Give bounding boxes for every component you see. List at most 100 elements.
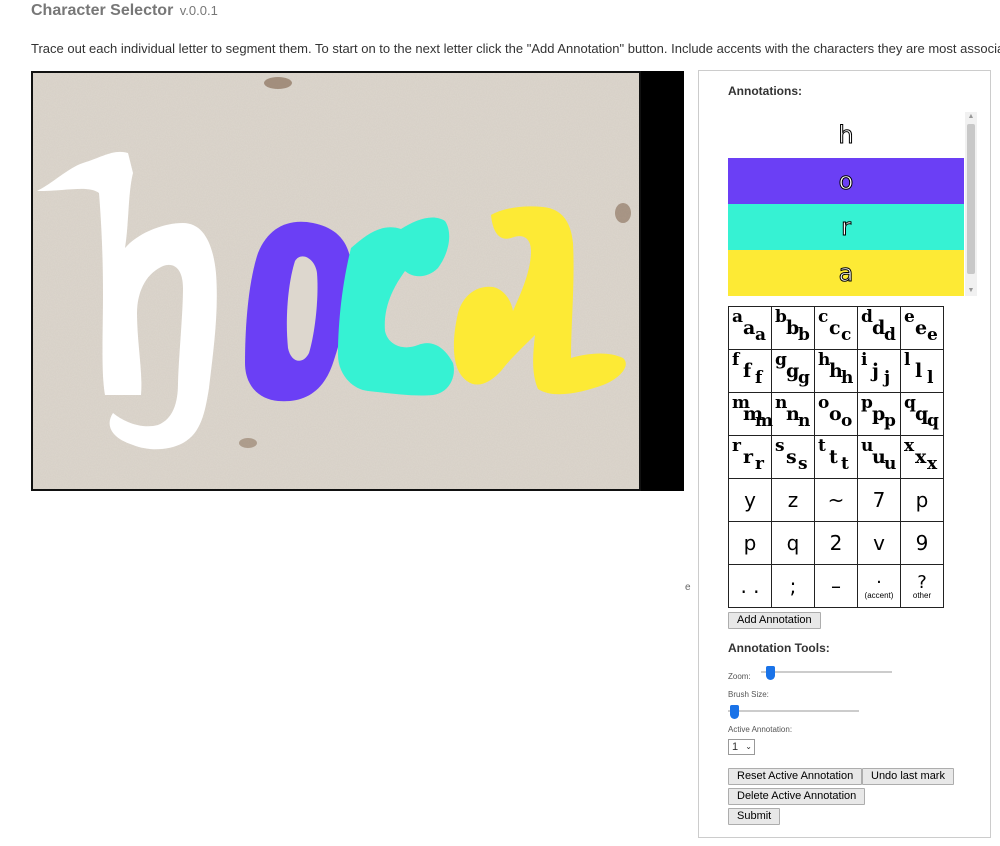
character-cell[interactable]: 7 — [857, 478, 901, 522]
brush-size-label: Brush Size: — [728, 690, 769, 699]
character-cell[interactable]: ttttt — [814, 435, 858, 479]
character-glyph: f — [743, 360, 752, 382]
annotation-canvas[interactable] — [31, 71, 641, 491]
character-cell[interactable]: uuuuu — [857, 435, 901, 479]
character-cell[interactable]: fffff — [728, 349, 772, 393]
ink-stain — [615, 203, 631, 223]
app-title: Character Selector — [31, 2, 174, 19]
annotation-tools-heading: Annotation Tools: — [728, 641, 830, 655]
character-cell[interactable]: sssss — [771, 435, 815, 479]
character-glyph: s — [786, 446, 797, 468]
character-glyph: i — [861, 350, 868, 370]
annotation-item[interactable]: r — [728, 204, 964, 250]
character-cell[interactable]: ijijj — [857, 349, 901, 393]
character-glyph: l — [904, 350, 911, 370]
character-glyph: h — [841, 368, 854, 388]
annotation-item[interactable]: h — [728, 112, 964, 158]
character-glyph: f — [732, 350, 740, 370]
character-glyph: m — [755, 411, 773, 431]
character-glyph: t — [841, 454, 849, 474]
character-glyph: l — [915, 360, 923, 382]
character-cell[interactable]: ppppp — [857, 392, 901, 436]
annotation-item[interactable]: o — [728, 158, 964, 204]
zoom-slider[interactable] — [761, 666, 892, 680]
reset-active-annotation-button[interactable]: Reset Active Annotation — [728, 768, 863, 785]
accent-label: (accent) — [864, 591, 894, 600]
character-sample: . . — [740, 574, 760, 598]
character-cell[interactable]: mmmmm — [728, 392, 773, 436]
other-label: other — [912, 591, 932, 600]
character-cell[interactable]: p — [900, 478, 944, 522]
character-cell[interactable]: ccccc — [814, 306, 858, 350]
character-grid-row: y z ~7 p — [728, 478, 944, 522]
character-cell[interactable]: · (accent) — [857, 564, 901, 608]
character-cell[interactable]: v — [857, 521, 901, 565]
canvas-padding — [641, 71, 684, 491]
scroll-up-icon[interactable]: ▲ — [965, 112, 977, 122]
character-sample: ~ — [827, 488, 845, 512]
instructions-text: Trace out each individual letter to segm… — [31, 41, 1000, 56]
character-glyph: t — [829, 446, 838, 468]
character-glyph: d — [884, 325, 896, 345]
character-sample: q — [786, 531, 800, 555]
zoom-slider-handle[interactable] — [765, 666, 775, 680]
undo-last-mark-button[interactable]: Undo last mark — [862, 768, 954, 785]
character-glyph: e — [904, 307, 915, 327]
brush-slider-handle[interactable] — [730, 705, 740, 719]
delete-active-annotation-button[interactable]: Delete Active Annotation — [728, 788, 866, 805]
submit-button[interactable]: Submit — [728, 808, 781, 825]
add-annotation-button[interactable]: Add Annotation — [728, 612, 821, 629]
character-cell[interactable]: ; — [771, 564, 815, 608]
character-cell[interactable]: rrrrr — [728, 435, 772, 479]
character-glyph: j — [884, 368, 891, 388]
annotation-item-label: a — [838, 259, 854, 288]
character-grid-row: fffffggggghhhhhijijjlllll — [728, 349, 944, 393]
character-cell[interactable]: ooooo — [814, 392, 858, 436]
character-cell[interactable]: xxxxx — [900, 435, 944, 479]
annotation-list-scrollbar[interactable]: ▲ ▼ — [965, 112, 977, 296]
character-cell[interactable]: . . — [728, 564, 772, 608]
character-glyph: o — [829, 403, 842, 425]
ink-stain — [239, 438, 257, 448]
character-cell[interactable]: q — [771, 521, 815, 565]
character-cell[interactable]: qqqqq — [900, 392, 944, 436]
character-cell[interactable]: z — [771, 478, 815, 522]
annotation-item[interactable]: a — [728, 250, 964, 296]
character-cell[interactable]: p — [728, 521, 772, 565]
brush-size-slider[interactable] — [728, 705, 859, 719]
character-glyph: x — [927, 454, 938, 474]
character-cell[interactable]: ddddd — [857, 306, 901, 350]
character-glyph: o — [841, 411, 853, 431]
character-cell[interactable]: eeeee — [900, 306, 944, 350]
character-cell[interactable]: aaaaa — [728, 306, 772, 350]
character-sample: p — [743, 531, 757, 555]
character-grid-row: mmmmmnnnnnooooopppppqqqqq — [728, 392, 944, 436]
character-glyph: u — [884, 454, 897, 474]
character-cell[interactable]: bbbbb — [771, 306, 815, 350]
tools-panel: Annotations: hora ▲ ▼ aaaaabbbbbcccccddd… — [698, 70, 991, 838]
canvas-image[interactable] — [33, 73, 639, 489]
character-cell[interactable]: ? other — [900, 564, 944, 608]
scroll-down-icon[interactable]: ▼ — [965, 286, 977, 296]
active-annotation-label: Active Annotation: — [728, 725, 793, 734]
character-cell[interactable]: y — [728, 478, 772, 522]
character-cell[interactable]: ggggg — [771, 349, 815, 393]
character-sample: p — [915, 488, 929, 512]
zoom-label: Zoom: — [728, 672, 751, 681]
scroll-thumb[interactable] — [967, 124, 975, 274]
character-glyph: r — [732, 436, 741, 456]
character-cell[interactable]: lllll — [900, 349, 944, 393]
character-cell[interactable]: 2 — [814, 521, 858, 565]
character-cell[interactable]: 9 — [900, 521, 944, 565]
annotation-item-label: h — [838, 121, 854, 150]
character-glyph: g — [798, 368, 810, 388]
character-cell[interactable]: – — [814, 564, 858, 608]
active-annotation-select[interactable]: 1 ⌄ — [728, 739, 755, 755]
chevron-down-icon: ⌄ — [745, 742, 752, 751]
character-glyph: r — [755, 454, 764, 474]
character-cell[interactable]: ~ — [814, 478, 858, 522]
character-cell[interactable]: nnnnn — [771, 392, 815, 436]
character-cell[interactable]: hhhhh — [814, 349, 858, 393]
annotation-list[interactable]: hora — [728, 112, 964, 296]
character-sample: – — [831, 574, 841, 598]
